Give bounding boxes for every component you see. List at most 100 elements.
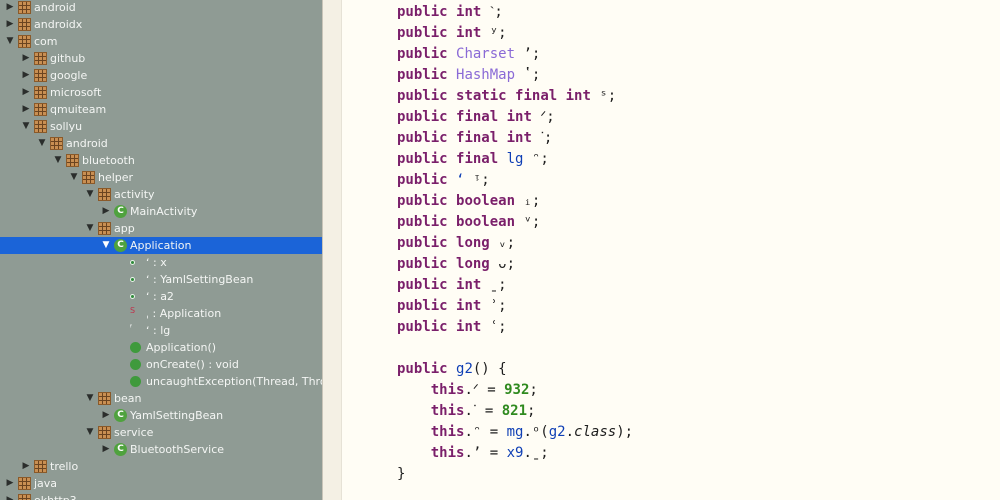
chevron-right-icon[interactable]: ▶ <box>21 458 31 475</box>
tree-item-microsoft[interactable]: ▶ microsoft <box>0 84 322 101</box>
code-line[interactable]: public int ʿ; <box>397 317 507 338</box>
code-line[interactable]: } <box>397 464 405 485</box>
code-keyword: int <box>506 130 541 146</box>
tree-item-label: androidx <box>34 18 83 31</box>
tree-item-yamlsettingbean[interactable]: ▶ C YamlSettingBean <box>0 407 322 424</box>
tree-item-github[interactable]: ▶ github <box>0 50 322 67</box>
chevron-down-icon[interactable]: ▼ <box>85 220 95 237</box>
tree-item-application[interactable]: S ˌ : Application <box>0 305 322 322</box>
code-line[interactable]: public int ʾ; <box>397 296 507 317</box>
code-line[interactable]: public final int ᐟ; <box>397 107 555 128</box>
code-keyword: public <box>397 298 457 314</box>
tree-item-uncaughtexception-thread-thro[interactable]: uncaughtException(Thread, Thro <box>0 373 322 390</box>
code-text: ᵛ; <box>523 214 541 230</box>
code-line[interactable]: public final lg ᵔ; <box>397 149 549 170</box>
code-line[interactable]: this.ᐟ = 932; <box>397 380 538 401</box>
tree-item-mainactivity[interactable]: ▶ C MainActivity <box>0 203 322 220</box>
code-keyword: public <box>397 151 457 167</box>
code-keyword: int <box>456 319 490 335</box>
chevron-right-icon[interactable]: ▶ <box>21 50 31 67</box>
tree-item-okhttp3[interactable]: ▶ okhttp3 <box>0 492 322 500</box>
tree-item-java[interactable]: ▶ java <box>0 475 322 492</box>
package-icon <box>34 460 47 473</box>
code-line[interactable]: public final int ᐝ; <box>397 128 552 149</box>
chevron-down-icon[interactable]: ▼ <box>37 135 47 152</box>
code-line[interactable]: public int ˍ; <box>397 275 507 296</box>
code-line[interactable]: public static final int ˢ; <box>397 86 616 107</box>
tree-item-label: BluetoothService <box>130 443 225 456</box>
chevron-right-icon[interactable]: ▶ <box>21 67 31 84</box>
chevron-right-icon[interactable]: ▶ <box>101 407 111 424</box>
code-keyword: public <box>397 235 457 251</box>
tree-item-google[interactable]: ▶ google <box>0 67 322 84</box>
chevron-down-icon[interactable]: ▼ <box>5 33 15 50</box>
chevron-right-icon[interactable]: ▶ <box>5 0 15 16</box>
tree-item-application[interactable]: ▼ C Application <box>0 237 322 254</box>
tree-item-trello[interactable]: ▶ trello <box>0 458 322 475</box>
tree-item-service[interactable]: ▼ service <box>0 424 322 441</box>
tree-item-com[interactable]: ▼ com <box>0 33 322 50</box>
code-line[interactable]: public int ˋ; <box>397 2 503 23</box>
package-icon <box>66 154 79 167</box>
project-tree-panel[interactable]: ▶ android ▶ androidx ▼ com ▶ github ▶ google ▶ micr… <box>0 0 322 500</box>
tree-item-label: activity <box>114 188 155 201</box>
chevron-right-icon[interactable]: ▶ <box>5 16 15 33</box>
chevron-down-icon[interactable]: ▼ <box>21 118 31 135</box>
class-icon: C <box>114 205 127 218</box>
chevron-right-icon[interactable]: ▶ <box>21 101 31 118</box>
tree-item-[interactable]: ʻ : ⅹ <box>0 254 322 271</box>
chevron-right-icon[interactable]: ▶ <box>21 84 31 101</box>
code-line[interactable]: public HashMap ʽ; <box>397 65 540 86</box>
tree-item-app[interactable]: ▼ app <box>0 220 322 237</box>
code-line[interactable]: public Charset ʼ; <box>397 44 540 65</box>
code-text: ʼ; <box>523 46 541 62</box>
code-text: } <box>397 466 406 482</box>
code-line[interactable]: public boolean ᵛ; <box>397 212 540 233</box>
tree-item-bean[interactable]: ▼ bean <box>0 390 322 407</box>
package-icon <box>98 188 111 201</box>
tree-item-activity[interactable]: ▼ activity <box>0 186 322 203</box>
code-line[interactable]: public int ʸ; <box>397 23 507 44</box>
code-line[interactable]: this.ᐝ = 821; <box>397 401 536 422</box>
code-editor[interactable]: public int ˋ; public int ʸ; public Charset… <box>342 0 1000 500</box>
chevron-down-icon[interactable]: ▼ <box>85 424 95 441</box>
tree-item-android[interactable]: ▶ android <box>0 0 322 16</box>
chevron-right-icon[interactable]: ▶ <box>101 441 111 458</box>
chevron-right-icon[interactable]: ▶ <box>5 475 15 492</box>
code-line[interactable]: this.ʼ = x9.ˍ; <box>397 443 549 464</box>
chevron-right-icon[interactable]: ▶ <box>5 492 15 500</box>
code-line[interactable]: public long ᵥ; <box>397 233 515 254</box>
chevron-down-icon[interactable]: ▼ <box>85 390 95 407</box>
tree-item-yamlsettingbean[interactable]: ʻ : YamlSettingBean <box>0 271 322 288</box>
tree-item-application[interactable]: Application() <box>0 339 322 356</box>
field-icon <box>130 294 135 299</box>
code-line[interactable]: this.ᵔ = mg.ᵒ(g2.class); <box>397 422 633 443</box>
chevron-down-icon[interactable]: ▼ <box>69 169 79 186</box>
static-field-icon: S <box>130 306 136 315</box>
code-keyword: public <box>397 88 457 104</box>
tree-item-sollyu[interactable]: ▼ sollyu <box>0 118 322 135</box>
code-keyword: public <box>397 25 457 41</box>
code-line[interactable]: public ʻ ᵎ; <box>397 170 490 191</box>
tree-item-bluetoothservice[interactable]: ▶ C BluetoothService <box>0 441 322 458</box>
chevron-right-icon[interactable]: ▶ <box>101 203 111 220</box>
chevron-down-icon[interactable]: ▼ <box>85 186 95 203</box>
code-line[interactable]: public long ᴗ; <box>397 254 515 275</box>
tree-item-androidx[interactable]: ▶ androidx <box>0 16 322 33</box>
code-text: ˋ; <box>489 4 503 20</box>
tree-item-bluetooth[interactable]: ▼ bluetooth <box>0 152 322 169</box>
tree-item-oncreate-void[interactable]: onCreate() : void <box>0 356 322 373</box>
tree-item-qmuiteam[interactable]: ▶ qmuiteam <box>0 101 322 118</box>
code-text: ˢ; <box>599 88 617 104</box>
tree-item-label: ˌ : Application <box>146 307 222 320</box>
code-text: .ᵒ( <box>523 424 549 440</box>
code-line[interactable]: public boolean ᵢ; <box>397 191 540 212</box>
tree-item-lg[interactable]: ᶠ ʻ : lg <box>0 322 322 339</box>
tree-item-a2[interactable]: ʻ : a2 <box>0 288 322 305</box>
code-line[interactable]: public g2() { <box>397 359 507 380</box>
chevron-down-icon[interactable]: ▼ <box>53 152 63 169</box>
tree-item-android[interactable]: ▼ android <box>0 135 322 152</box>
tree-item-helper[interactable]: ▼ helper <box>0 169 322 186</box>
code-keyword: int <box>506 109 541 125</box>
chevron-down-icon[interactable]: ▼ <box>101 237 111 254</box>
